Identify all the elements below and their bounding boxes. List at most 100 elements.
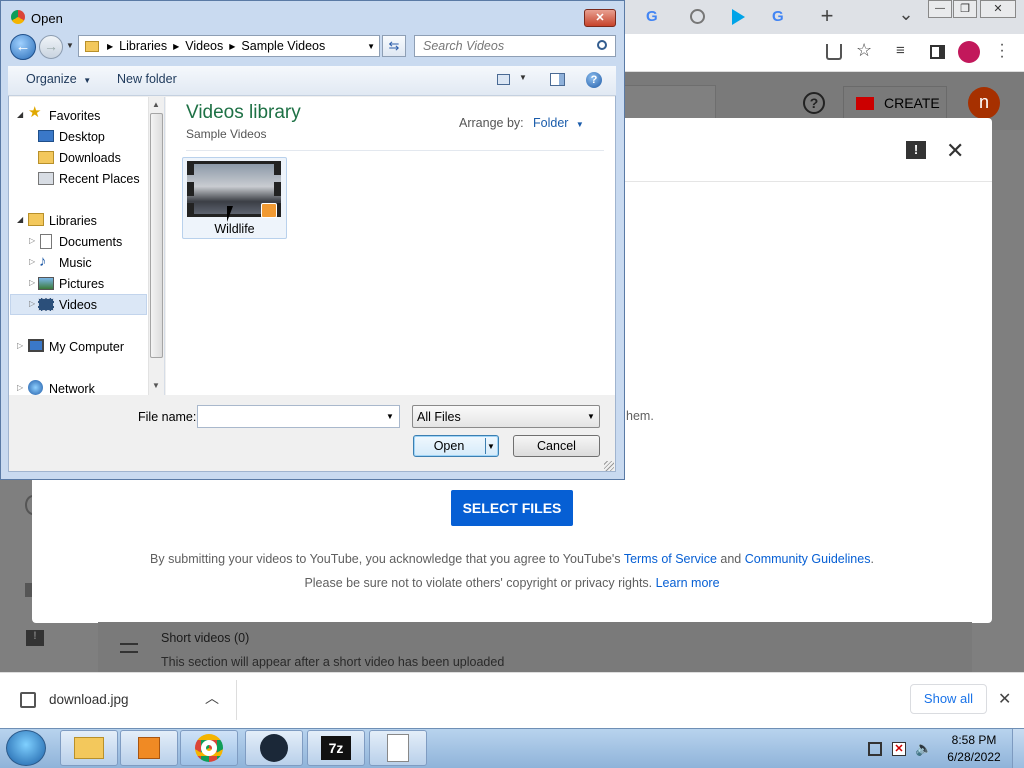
- minimize-button[interactable]: —: [928, 0, 952, 18]
- help-icon[interactable]: ?: [586, 72, 602, 88]
- expand-arrow-icon[interactable]: ◢: [17, 215, 23, 224]
- network-tray-icon[interactable]: [868, 742, 882, 756]
- collapse-arrow-icon[interactable]: ▷: [29, 257, 35, 266]
- scroll-down-arrow-icon[interactable]: ▼: [152, 381, 160, 390]
- file-type-select[interactable]: All Files ▼: [412, 405, 600, 428]
- breadcrumb-separator-icon[interactable]: ▶: [173, 42, 179, 51]
- select-files-button[interactable]: SELECT FILES: [451, 490, 573, 526]
- nav-desktop[interactable]: Desktop: [59, 130, 105, 144]
- scroll-up-arrow-icon[interactable]: ▲: [152, 100, 160, 109]
- chevron-up-icon[interactable]: ︿: [205, 688, 219, 708]
- new-tab-button[interactable]: +: [816, 4, 838, 28]
- google-tab-icon: G: [646, 8, 658, 25]
- tab-search-chevron-icon[interactable]: ⌄: [896, 4, 916, 24]
- change-view-icon[interactable]: [497, 74, 510, 85]
- maximize-button[interactable]: ❐: [953, 0, 977, 18]
- send-feedback-icon[interactable]: !: [906, 141, 926, 159]
- nav-libraries[interactable]: Libraries: [49, 214, 97, 228]
- address-bar[interactable]: ▶ Libraries ▶ Videos ▶ Sample Videos ▼: [78, 35, 380, 57]
- arrange-by-label: Arrange by:: [459, 116, 524, 130]
- new-folder-button[interactable]: New folder: [117, 72, 177, 86]
- browser-tab[interactable]: [728, 4, 764, 30]
- volume-tray-icon[interactable]: 🔈: [915, 740, 932, 757]
- learn-more-link[interactable]: Learn more: [656, 576, 720, 590]
- browser-tab[interactable]: G: [640, 4, 684, 30]
- nav-network[interactable]: Network: [49, 382, 95, 396]
- terms-of-service-link[interactable]: Terms of Service: [624, 552, 717, 566]
- cancel-button[interactable]: Cancel: [513, 435, 600, 457]
- media-controls-icon[interactable]: ≡: [896, 42, 905, 59]
- share-icon[interactable]: [826, 44, 842, 60]
- help-icon[interactable]: ?: [803, 92, 825, 114]
- clock-time[interactable]: 8:58 PM: [944, 733, 1004, 747]
- collapse-arrow-icon[interactable]: ▷: [17, 383, 23, 392]
- back-button[interactable]: ←: [10, 34, 36, 60]
- breadcrumb-videos[interactable]: Videos: [185, 39, 223, 53]
- nav-downloads[interactable]: Downloads: [59, 151, 121, 165]
- organize-button[interactable]: Organize ▼: [26, 72, 91, 86]
- 7zip-taskbar-icon[interactable]: 7z: [307, 730, 365, 766]
- explorer-taskbar-icon[interactable]: [60, 730, 118, 766]
- download-item[interactable]: download.jpg ︿: [10, 680, 234, 720]
- side-panel-icon[interactable]: [930, 45, 945, 59]
- close-modal-icon[interactable]: ✕: [946, 138, 964, 164]
- preview-pane-icon[interactable]: [550, 73, 565, 86]
- open-options-dropdown-icon[interactable]: ▼: [487, 437, 495, 457]
- show-desktop-button[interactable]: [1012, 729, 1024, 768]
- resize-grip-icon[interactable]: [604, 461, 614, 471]
- file-name-input[interactable]: ▼: [197, 405, 400, 428]
- nav-my-computer[interactable]: My Computer: [49, 340, 124, 354]
- community-guidelines-link[interactable]: Community Guidelines: [745, 552, 871, 566]
- steam-taskbar-icon[interactable]: [245, 730, 303, 766]
- clock-date[interactable]: 6/28/2022: [944, 750, 1004, 764]
- collapse-arrow-icon[interactable]: ▷: [17, 341, 23, 350]
- browser-tab[interactable]: G: [768, 4, 808, 30]
- nav-pictures[interactable]: Pictures: [59, 277, 104, 291]
- action-center-tray-icon[interactable]: ✕: [892, 742, 906, 756]
- nav-recent-places[interactable]: Recent Places: [59, 172, 140, 186]
- forward-button[interactable]: →: [39, 35, 63, 59]
- dialog-close-button[interactable]: ✕: [584, 9, 616, 27]
- file-content-area: [166, 97, 615, 395]
- recent-locations-chevron-icon[interactable]: ▼: [66, 41, 74, 50]
- media-player-taskbar-icon[interactable]: [120, 730, 178, 766]
- start-button-icon[interactable]: [6, 730, 46, 766]
- breadcrumb-separator-icon[interactable]: ▶: [229, 42, 235, 51]
- view-options-dropdown-icon[interactable]: ▼: [519, 73, 527, 82]
- open-label: Open: [433, 439, 465, 453]
- expand-arrow-icon[interactable]: ◢: [17, 110, 23, 119]
- show-all-button[interactable]: Show all: [910, 684, 987, 714]
- breadcrumb-separator-icon[interactable]: ▶: [107, 42, 113, 51]
- nav-scrollbar[interactable]: ▲ ▼: [148, 97, 164, 395]
- collapse-arrow-icon[interactable]: ▷: [29, 299, 35, 308]
- scroll-thumb[interactable]: [150, 113, 163, 358]
- profile-avatar-icon[interactable]: [958, 41, 980, 63]
- chrome-taskbar-icon[interactable]: [180, 730, 238, 766]
- documents-icon: [40, 234, 52, 249]
- dialog-titlebar[interactable]: Open ✕: [0, 0, 625, 34]
- browser-tab[interactable]: [688, 4, 724, 30]
- open-button[interactable]: Open ▼: [413, 435, 499, 457]
- collapse-arrow-icon[interactable]: ▷: [29, 278, 35, 287]
- file-name-dropdown-icon[interactable]: ▼: [386, 412, 394, 421]
- nav-documents[interactable]: Documents: [59, 235, 122, 249]
- search-field[interactable]: Search Videos: [414, 35, 616, 57]
- breadcrumb-libraries[interactable]: Libraries: [119, 39, 167, 53]
- bookmark-star-icon[interactable]: ☆: [856, 40, 872, 61]
- close-download-bar-icon[interactable]: ✕: [998, 689, 1011, 709]
- menu-kebab-icon[interactable]: · · ·: [998, 37, 1006, 65]
- favorites-star-icon: ★: [28, 104, 42, 121]
- arrange-by-dropdown[interactable]: Folder ▼: [533, 116, 584, 130]
- nav-videos[interactable]: Videos: [59, 298, 97, 312]
- breadcrumb-sample-videos[interactable]: Sample Videos: [241, 39, 325, 53]
- avatar[interactable]: n: [968, 87, 1000, 119]
- close-window-button[interactable]: ✕: [980, 0, 1016, 18]
- collapse-arrow-icon[interactable]: ▷: [29, 236, 35, 245]
- nav-favorites[interactable]: Favorites: [49, 109, 100, 123]
- nav-music[interactable]: Music: [59, 256, 92, 270]
- address-dropdown-icon[interactable]: ▼: [367, 42, 375, 51]
- create-button[interactable]: CREATE: [843, 86, 947, 120]
- notepad-taskbar-icon[interactable]: [369, 730, 427, 766]
- refresh-button[interactable]: ⇆: [382, 35, 406, 57]
- file-item[interactable]: Wildlife: [182, 157, 287, 239]
